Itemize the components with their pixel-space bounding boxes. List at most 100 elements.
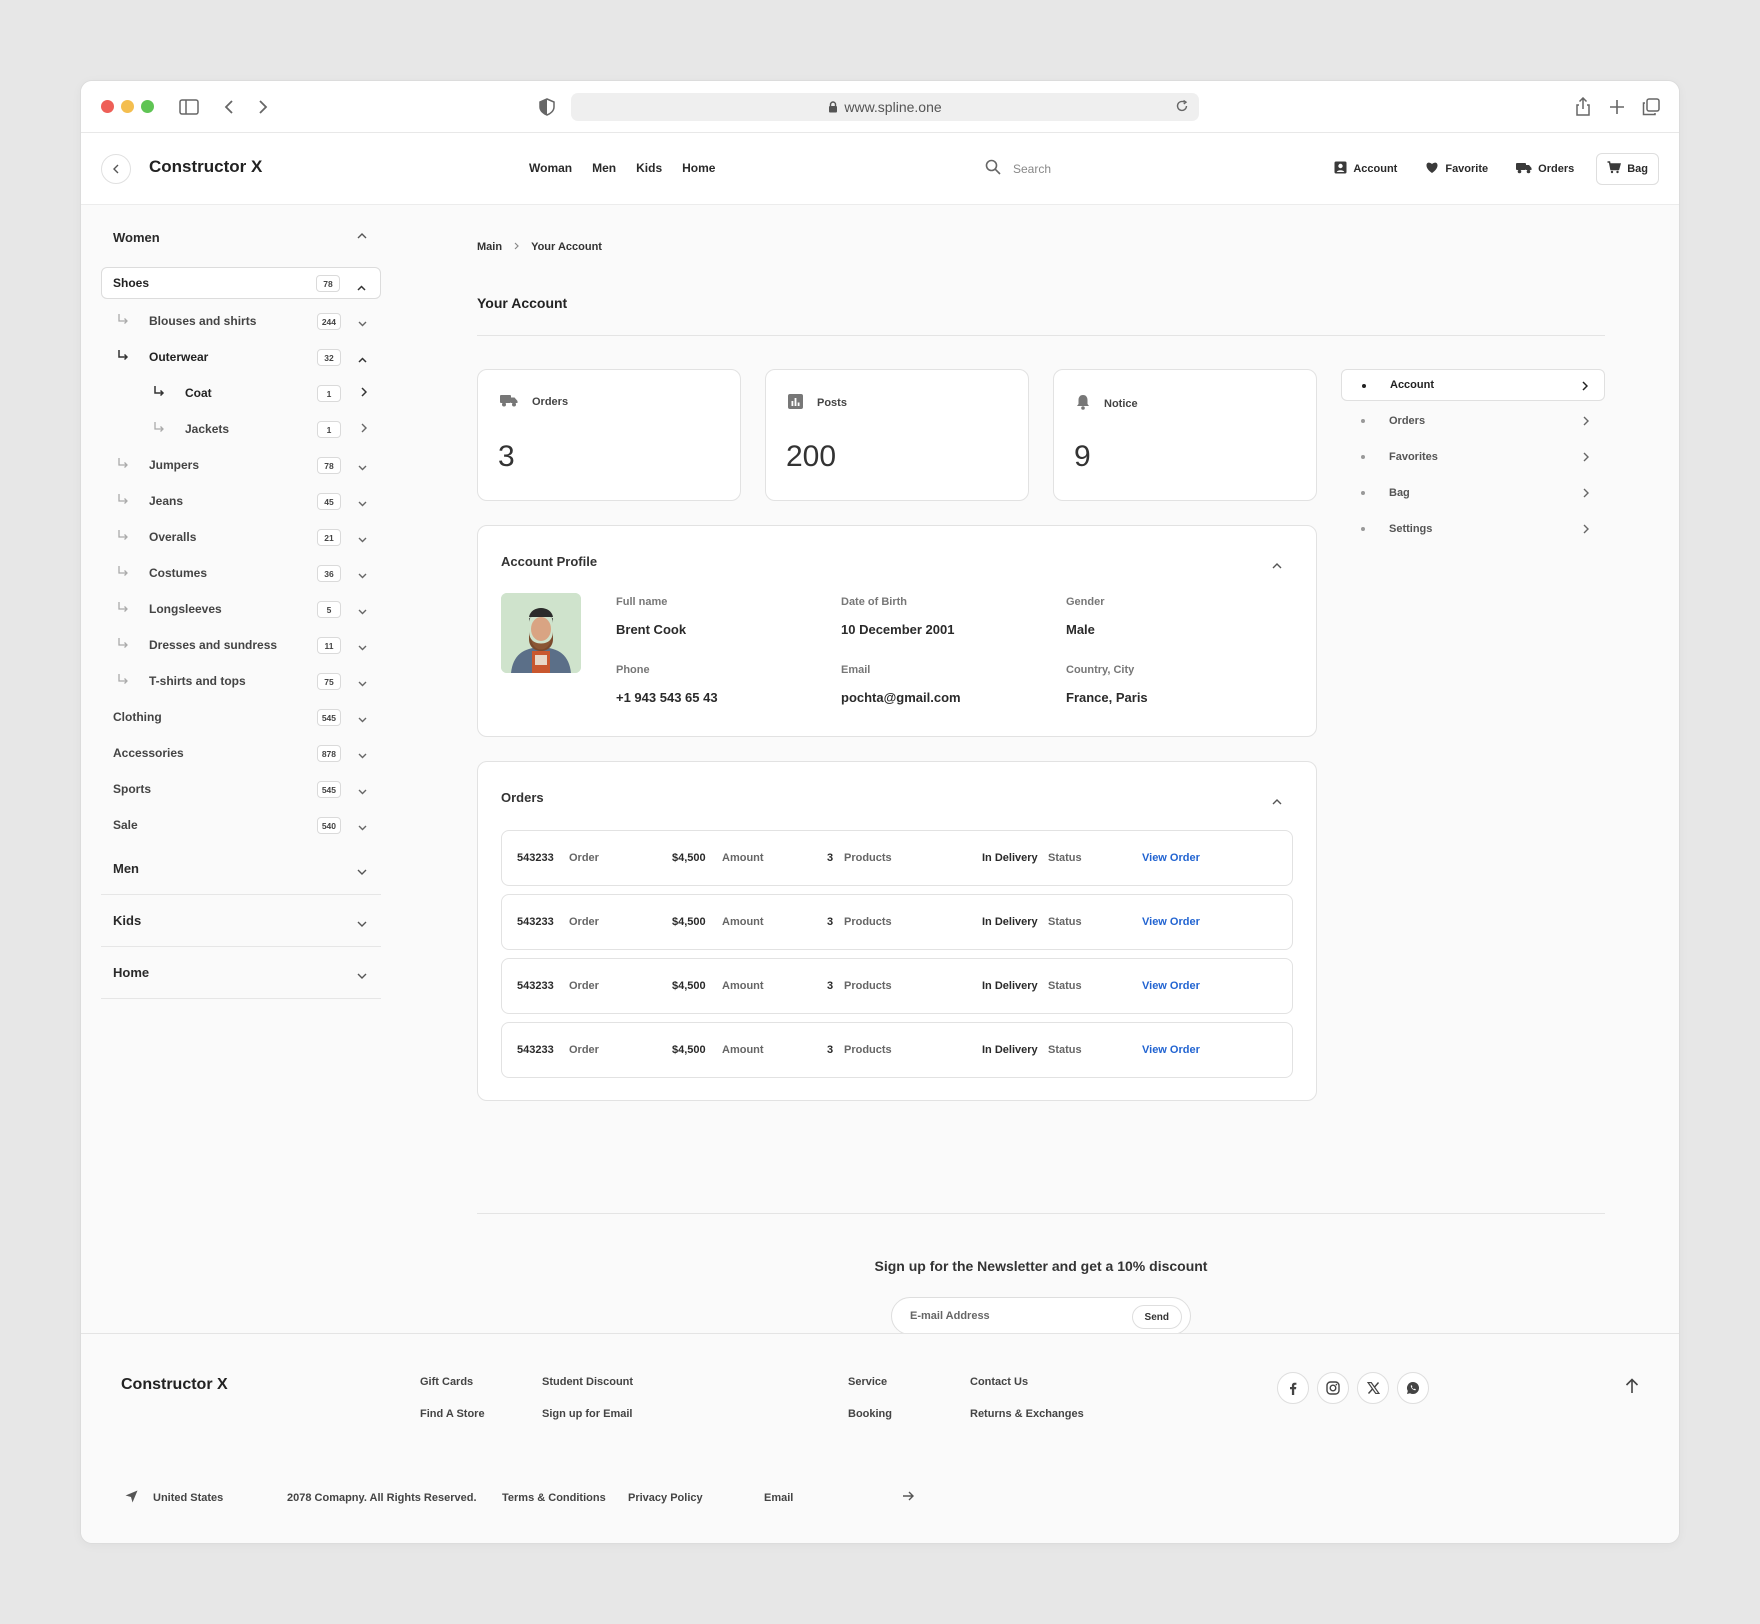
account-menu-account[interactable]: Account: [1341, 369, 1605, 401]
footer-brand[interactable]: Constructor X: [121, 1376, 228, 1394]
newsletter-email-input[interactable]: [910, 1310, 1110, 1322]
sidebar-item-longsleeves[interactable]: Longsleeves 5: [101, 591, 381, 627]
footer-link-booking[interactable]: Booking: [848, 1408, 892, 1420]
footer-link-returns[interactable]: Returns & Exchanges: [970, 1408, 1084, 1420]
sidebar-item-tshirts[interactable]: T-shirts and tops 75: [101, 663, 381, 699]
view-order-link[interactable]: View Order: [1142, 852, 1200, 864]
footer-link-contact[interactable]: Contact Us: [970, 1376, 1028, 1388]
view-order-link[interactable]: View Order: [1142, 916, 1200, 928]
nav-kids[interactable]: Kids: [636, 161, 662, 175]
share-icon[interactable]: [1571, 95, 1595, 119]
arrow-right-icon[interactable]: [902, 1491, 914, 1504]
bar-chart-icon: [788, 394, 803, 412]
facebook-icon[interactable]: [1277, 1372, 1309, 1404]
account-button[interactable]: Account: [1320, 153, 1411, 185]
sidebar-item-overalls[interactable]: Overalls 21: [101, 519, 381, 555]
footer-link-signup-email[interactable]: Sign up for Email: [542, 1408, 632, 1420]
nav-woman[interactable]: Woman: [529, 161, 572, 175]
account-menu-settings[interactable]: Settings: [1341, 513, 1605, 545]
footer-link-student-discount[interactable]: Student Discount: [542, 1376, 633, 1388]
address-bar[interactable]: www.spline.one: [571, 93, 1199, 121]
footer-link-gift-cards[interactable]: Gift Cards: [420, 1376, 473, 1388]
sidebar-item-jackets[interactable]: Jackets 1: [101, 411, 381, 447]
orders-button[interactable]: Orders: [1502, 153, 1588, 185]
stat-card-notice[interactable]: Notice 9: [1053, 369, 1317, 501]
account-label: Account: [1353, 163, 1398, 175]
sidebar-item-blouses[interactable]: Blouses and shirts 244: [101, 303, 381, 339]
footer-terms-link[interactable]: Terms & Conditions: [502, 1492, 606, 1504]
nav-men[interactable]: Men: [592, 161, 616, 175]
count-badge: 1: [317, 421, 341, 438]
order-label: Order: [569, 916, 599, 928]
sidebar-item-shoes[interactable]: Shoes 78: [101, 267, 381, 299]
order-amount: $4,500: [672, 980, 706, 992]
order-id: 543233: [517, 852, 554, 864]
sidebar-item-coat[interactable]: Coat 1: [101, 375, 381, 411]
view-order-link[interactable]: View Order: [1142, 1044, 1200, 1056]
collapse-icon[interactable]: [1272, 792, 1282, 810]
order-amount: $4,500: [672, 852, 706, 864]
account-menu-bag[interactable]: Bag: [1341, 477, 1605, 509]
sidebar-item-outerwear[interactable]: Outerwear 32: [101, 339, 381, 375]
sidebar-item-label: Shoes: [113, 276, 150, 290]
account-menu-orders[interactable]: Orders: [1341, 405, 1605, 437]
newsletter-send-button[interactable]: Send: [1131, 1305, 1182, 1329]
sidebar-item-accessories[interactable]: Accessories 878: [101, 735, 381, 771]
whatsapp-icon[interactable]: [1397, 1372, 1429, 1404]
chevron-down-icon: [358, 316, 367, 330]
search-input[interactable]: Search: [1013, 162, 1051, 176]
footer-link-service[interactable]: Service: [848, 1376, 887, 1388]
footer-link-find-store[interactable]: Find A Store: [420, 1408, 485, 1420]
account-menu-favorites[interactable]: Favorites: [1341, 441, 1605, 473]
panel-title: Account Profile: [501, 554, 598, 569]
minimize-window-button[interactable]: [121, 100, 134, 113]
footer-country[interactable]: United States: [153, 1492, 223, 1504]
chevron-down-icon: [358, 748, 367, 762]
status-label: Status: [1048, 980, 1082, 992]
category-sidebar: Women Shoes 78 Blouses and shirts 244 Ou…: [101, 205, 381, 999]
sidebar-item-costumes[interactable]: Costumes 36: [101, 555, 381, 591]
stat-card-posts[interactable]: Posts 200: [765, 369, 1029, 501]
maximize-window-button[interactable]: [141, 100, 154, 113]
new-tab-icon[interactable]: [1605, 95, 1629, 119]
close-window-button[interactable]: [101, 100, 114, 113]
sidebar-group-women[interactable]: Women: [101, 207, 381, 267]
reload-icon[interactable]: [1175, 99, 1189, 116]
stat-card-orders[interactable]: Orders 3: [477, 369, 741, 501]
sidebar-group-kids[interactable]: Kids: [101, 895, 381, 947]
sidebar-item-jumpers[interactable]: Jumpers 78: [101, 447, 381, 483]
menu-label: Account: [1390, 379, 1434, 391]
search-box[interactable]: Search: [985, 159, 1051, 178]
menu-label: Orders: [1389, 415, 1426, 427]
sidebar-item-sale[interactable]: Sale 540: [101, 807, 381, 843]
chevron-up-icon: [358, 352, 367, 366]
tabs-overview-icon[interactable]: [1639, 95, 1663, 119]
nav-home[interactable]: Home: [682, 161, 715, 175]
sidebar-group-home[interactable]: Home: [101, 947, 381, 999]
sidebar-item-sports[interactable]: Sports 545: [101, 771, 381, 807]
bag-button[interactable]: Bag: [1596, 153, 1659, 185]
collapse-icon[interactable]: [1272, 556, 1282, 574]
instagram-icon[interactable]: [1317, 1372, 1349, 1404]
footer-email-input[interactable]: Email: [764, 1492, 793, 1504]
breadcrumb-root[interactable]: Main: [477, 241, 502, 253]
view-order-link[interactable]: View Order: [1142, 980, 1200, 992]
shield-icon[interactable]: [535, 95, 559, 119]
back-icon[interactable]: [217, 95, 241, 119]
favorite-button[interactable]: Favorite: [1411, 153, 1502, 185]
footer-privacy-link[interactable]: Privacy Policy: [628, 1492, 703, 1504]
sidebar-item-clothing[interactable]: Clothing 545: [101, 699, 381, 735]
arrow-up-icon[interactable]: [1625, 1378, 1639, 1399]
profile-phone: Phone +1 943 543 65 43: [616, 664, 718, 705]
forward-icon[interactable]: [251, 95, 275, 119]
sidebar-item-dresses[interactable]: Dresses and sundress 11: [101, 627, 381, 663]
x-twitter-icon[interactable]: [1357, 1372, 1389, 1404]
brand-logo[interactable]: Constructor X: [149, 157, 262, 177]
url-text: www.spline.one: [844, 99, 942, 115]
products-label: Products: [844, 980, 892, 992]
sidebar-item-label: Overalls: [149, 530, 197, 544]
sidebar-toggle-icon[interactable]: [177, 95, 201, 119]
back-button[interactable]: [101, 154, 131, 184]
sidebar-group-men[interactable]: Men: [101, 843, 381, 895]
sidebar-item-jeans[interactable]: Jeans 45: [101, 483, 381, 519]
